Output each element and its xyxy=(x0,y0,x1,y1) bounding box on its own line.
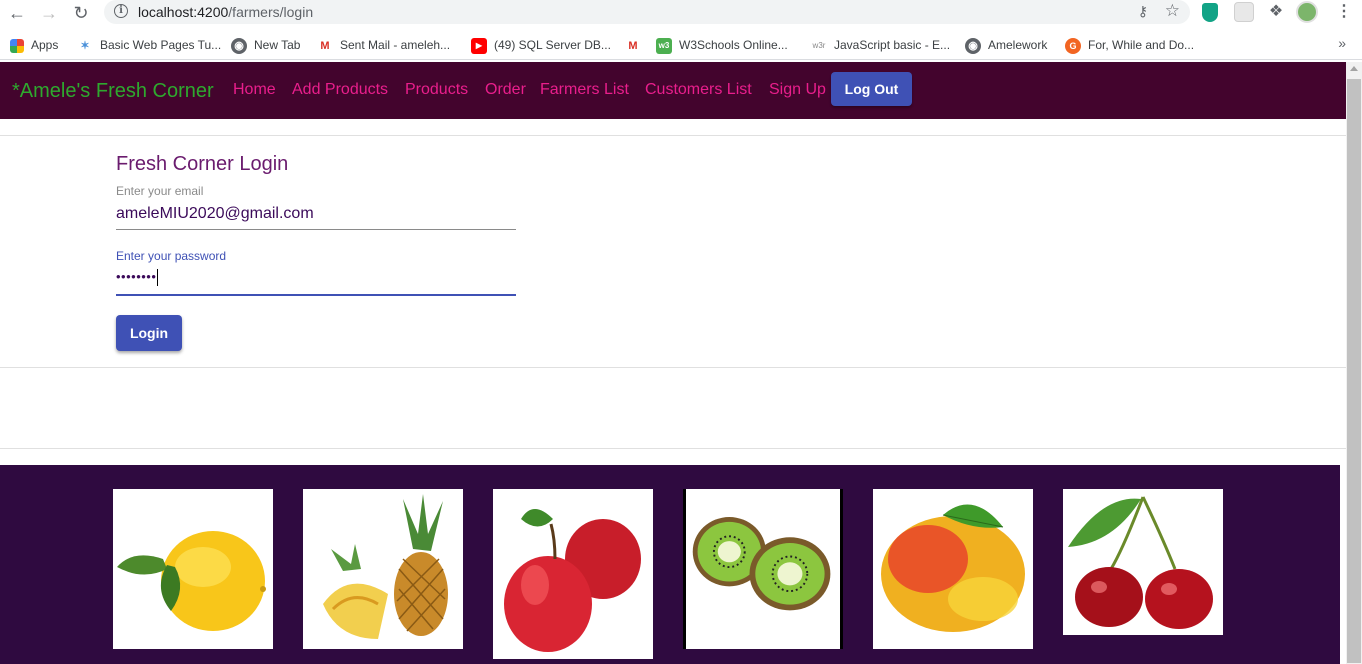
pineapple-image xyxy=(303,489,463,649)
divider xyxy=(0,135,1346,136)
logout-button[interactable]: Log Out xyxy=(831,72,912,106)
globe-icon: ◉ xyxy=(231,37,247,54)
text-caret xyxy=(157,269,159,287)
bookmark-basic-web-pages[interactable]: ✶ Basic Web Pages Tu... xyxy=(77,35,221,55)
bookmark-javascript-basic[interactable]: w3r JavaScript basic - E... xyxy=(811,35,951,55)
password-field[interactable]: •••••••• xyxy=(116,269,159,287)
gmail-icon: M xyxy=(628,39,638,52)
nav-link-sign-up[interactable]: Sign Up xyxy=(769,81,826,99)
nav-link-add-products[interactable]: Add Products xyxy=(292,81,388,99)
nav-link-home[interactable]: Home xyxy=(233,81,276,99)
bookmark-sql-server[interactable]: ▶ (49) SQL Server DB... xyxy=(471,35,611,55)
guru-icon: G xyxy=(1065,37,1081,54)
divider xyxy=(0,367,1346,368)
email-underline xyxy=(116,229,516,230)
bookmark-amelework[interactable]: ◉ Amelework xyxy=(965,35,1047,55)
password-underline xyxy=(116,294,516,296)
nav-link-products[interactable]: Products xyxy=(405,81,468,99)
scroll-up-arrow-icon[interactable] xyxy=(1350,66,1358,71)
password-label: Enter your password xyxy=(116,249,227,263)
app-navbar: *Amele's Fresh Corner Home Add Products … xyxy=(0,62,1346,119)
lemon-image xyxy=(113,489,273,649)
mango-image xyxy=(873,489,1033,649)
divider xyxy=(0,448,1346,449)
extension-icon[interactable] xyxy=(1234,2,1254,22)
url-text: localhost:4200/farmers/login xyxy=(138,4,314,20)
nav-link-order[interactable]: Order xyxy=(485,81,526,99)
bookmark-for-while-do[interactable]: G For, While and Do... xyxy=(1065,35,1194,55)
gmail-icon: M xyxy=(320,39,330,52)
bookmark-apps[interactable]: Apps xyxy=(10,35,58,55)
bookmark-sent-mail[interactable]: M Sent Mail - ameleh... xyxy=(317,35,450,55)
shield-extension-icon[interactable] xyxy=(1202,3,1218,22)
address-bar[interactable]: i localhost:4200/farmers/login ⚷ ☆ xyxy=(104,0,1190,24)
email-field[interactable]: ameleMIU2020@gmail.com xyxy=(116,205,314,223)
password-key-icon[interactable]: ⚷ xyxy=(1138,3,1148,20)
apps-grid-icon xyxy=(10,38,24,53)
nav-link-farmers-list[interactable]: Farmers List xyxy=(540,81,629,99)
page-scrollbar[interactable] xyxy=(1346,62,1362,664)
profile-avatar[interactable] xyxy=(1296,1,1318,23)
w3resource-icon: w3r xyxy=(812,40,826,50)
bookmarks-bar: Apps ✶ Basic Web Pages Tu... ◉ New Tab M Se… xyxy=(0,30,1362,60)
reload-icon[interactable]: ↻ xyxy=(70,2,92,24)
back-arrow-icon[interactable]: ← xyxy=(6,2,28,24)
bookmark-gmail[interactable]: M xyxy=(625,35,648,55)
forward-arrow-icon[interactable]: → xyxy=(38,2,60,24)
bookmark-star-icon[interactable]: ☆ xyxy=(1165,1,1180,21)
puzzle-extensions-icon[interactable]: ❖ xyxy=(1266,2,1286,22)
more-menu-icon[interactable]: ⋮ xyxy=(1334,2,1354,22)
cherry-image xyxy=(1063,489,1223,635)
apple-image xyxy=(493,489,653,659)
bookmarks-overflow-icon[interactable]: » xyxy=(1338,35,1346,51)
web-pages-icon: ✶ xyxy=(80,39,90,52)
login-button[interactable]: Login xyxy=(116,315,182,351)
bookmark-new-tab[interactable]: ◉ New Tab xyxy=(231,35,300,55)
login-title: Fresh Corner Login xyxy=(116,153,289,175)
youtube-icon: ▶ xyxy=(471,37,487,54)
nav-link-customers-list[interactable]: Customers List xyxy=(645,81,752,99)
globe-icon: ◉ xyxy=(965,37,981,54)
w3schools-icon: w3 xyxy=(656,37,672,54)
site-info-icon[interactable]: i xyxy=(114,4,128,18)
browser-toolbar: ← → ↻ i localhost:4200/farmers/login ⚷ ☆… xyxy=(0,0,1362,26)
footer-gallery xyxy=(0,465,1340,664)
brand-title[interactable]: *Amele's Fresh Corner xyxy=(12,80,214,103)
scroll-thumb[interactable] xyxy=(1347,79,1361,663)
kiwi-image xyxy=(683,489,843,649)
bookmark-w3schools[interactable]: w3 W3Schools Online... xyxy=(656,35,788,55)
email-label: Enter your email xyxy=(116,184,204,198)
